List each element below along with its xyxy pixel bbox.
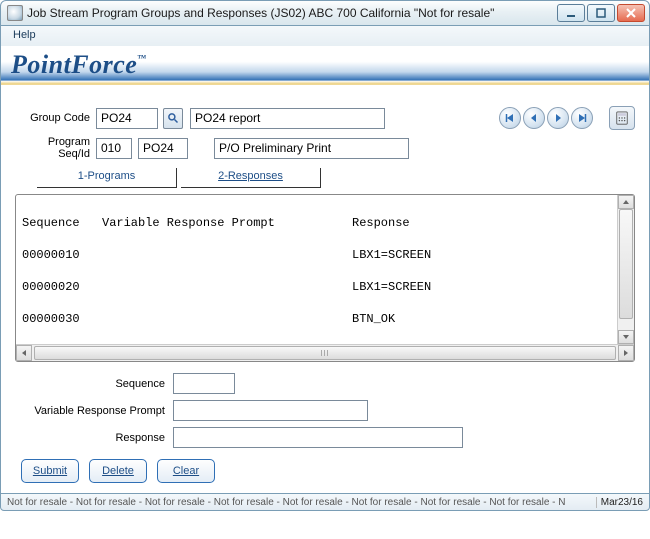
window-controls — [557, 4, 645, 22]
program-id-input[interactable] — [138, 138, 188, 159]
program-seq-input[interactable] — [96, 138, 132, 159]
scroll-left-icon[interactable] — [16, 345, 32, 361]
calculator-icon — [615, 111, 629, 125]
nav-next-button[interactable] — [547, 107, 569, 129]
tab-programs[interactable]: 1-Programs — [37, 168, 177, 188]
form-resp-label: Response — [15, 432, 165, 444]
nav-last-button[interactable] — [571, 107, 593, 129]
col-prompt: Variable Response Prompt — [102, 215, 352, 231]
scroll-right-icon[interactable] — [618, 345, 634, 361]
form-resp-input[interactable] — [173, 427, 463, 448]
nav-buttons — [499, 107, 593, 129]
form-prompt-label: Variable Response Prompt — [15, 405, 165, 417]
clear-button[interactable]: Clear — [157, 459, 215, 483]
status-text: Not for resale - Not for resale - Not fo… — [7, 497, 566, 508]
program-seq-label: Program Seq/Id — [15, 136, 90, 160]
table-row[interactable]: 00000020LBX1=SCREEN — [22, 279, 611, 295]
group-desc-input[interactable] — [190, 108, 385, 129]
close-button[interactable] — [617, 4, 645, 22]
vertical-scrollbar[interactable] — [617, 195, 634, 344]
content-area: Group Code Program Seq/Id 1-Programs 2-R… — [0, 98, 650, 493]
responses-table: SequenceVariable Response PromptResponse… — [15, 194, 635, 362]
scroll-up-icon[interactable] — [618, 195, 634, 209]
table-row[interactable]: 00000010LBX1=SCREEN — [22, 247, 611, 263]
window-title: Job Stream Program Groups and Responses … — [27, 6, 557, 20]
group-row: Group Code — [7, 98, 643, 132]
form-resp-row: Response — [7, 424, 643, 451]
program-desc-input[interactable] — [214, 138, 409, 159]
program-row: Program Seq/Id — [7, 132, 643, 162]
status-bar: Not for resale - Not for resale - Not fo… — [0, 493, 650, 511]
horizontal-scrollbar[interactable] — [16, 344, 634, 361]
form-prompt-row: Variable Response Prompt — [7, 397, 643, 424]
col-response: Response — [352, 215, 611, 231]
form-seq-row: Sequence — [7, 370, 643, 397]
group-code-label: Group Code — [15, 112, 90, 124]
delete-button[interactable]: Delete — [89, 459, 147, 483]
status-date: Mar23/16 — [596, 497, 643, 508]
form-seq-input[interactable] — [173, 373, 235, 394]
brand-name: PointForce — [11, 50, 137, 79]
menu-bar: Help — [0, 26, 650, 46]
brand-band: PointForce™ — [0, 46, 650, 98]
table-body[interactable]: SequenceVariable Response PromptResponse… — [16, 195, 617, 344]
col-sequence: Sequence — [22, 215, 102, 231]
nav-first-button[interactable] — [499, 107, 521, 129]
calc-button[interactable] — [609, 106, 635, 130]
brand-tm: ™ — [137, 53, 147, 63]
button-row: Submit Delete Clear — [7, 451, 643, 493]
maximize-button[interactable] — [587, 4, 615, 22]
minimize-button[interactable] — [557, 4, 585, 22]
group-code-input[interactable] — [96, 108, 158, 129]
tab-responses[interactable]: 2-Responses — [181, 168, 321, 188]
tab-strip: 1-Programs 2-Responses — [7, 162, 643, 188]
scroll-down-icon[interactable] — [618, 330, 634, 344]
table-row[interactable]: 00000030BTN_OK — [22, 311, 611, 327]
nav-prev-button[interactable] — [523, 107, 545, 129]
menu-help[interactable]: Help — [7, 28, 42, 42]
scroll-thumb[interactable] — [619, 209, 633, 319]
brand-logo: PointForce™ — [11, 50, 147, 79]
title-bar: Job Stream Program Groups and Responses … — [0, 0, 650, 26]
hscroll-thumb[interactable] — [34, 346, 616, 360]
search-icon — [167, 112, 179, 124]
form-prompt-input[interactable] — [173, 400, 368, 421]
group-code-lookup-button[interactable] — [163, 108, 183, 129]
app-icon — [7, 5, 23, 21]
form-seq-label: Sequence — [15, 378, 165, 390]
table-header: SequenceVariable Response PromptResponse — [22, 215, 611, 231]
submit-button[interactable]: Submit — [21, 459, 79, 483]
